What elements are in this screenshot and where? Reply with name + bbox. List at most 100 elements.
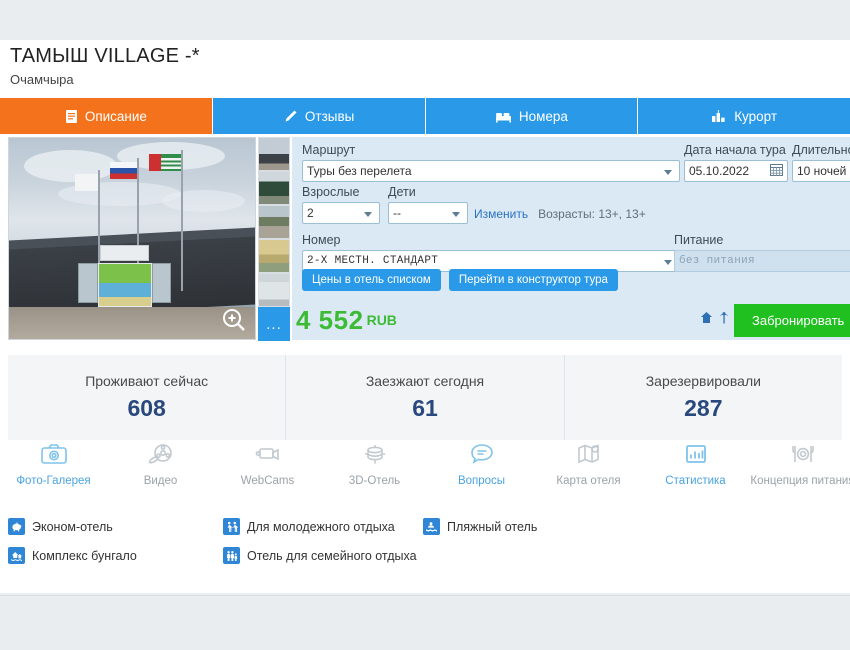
cutlery-icon xyxy=(790,443,816,470)
stat-value: 608 xyxy=(127,395,166,421)
tag-bungalow-complex[interactable]: Комплекс бунгало xyxy=(8,547,223,564)
stat-value: 287 xyxy=(684,395,723,421)
route-field: Маршрут Туры без перелета xyxy=(302,143,680,182)
page-title: ТАМЫШ VILLAGE -* xyxy=(10,45,200,67)
dancers-icon xyxy=(223,518,240,535)
duration-label: Длительность xyxy=(792,143,850,157)
tab-label: Номера xyxy=(518,108,568,124)
feature-label: Концепция питания xyxy=(750,475,850,487)
room-field: Номер 2-Х МЕСТН. СТАНДАРТ xyxy=(302,233,680,272)
stat-value: 61 xyxy=(412,395,438,421)
document-icon xyxy=(65,109,78,124)
speech-bubble-icon xyxy=(469,443,495,470)
book-button[interactable]: Забронировать xyxy=(734,303,850,337)
stat-label: Проживают сейчас xyxy=(85,373,209,389)
palm-tree-icon[interactable] xyxy=(718,311,730,329)
stat-reserved: Зарезервировали 287 xyxy=(565,355,842,440)
tab-description[interactable]: Описание xyxy=(0,98,213,134)
main-photo[interactable] xyxy=(8,137,256,340)
stats-panel: Проживают сейчас 608 Заезжают сегодня 61… xyxy=(8,355,842,440)
meal-field: Питание без питания xyxy=(674,233,850,272)
tag-label: Для молодежного отдыха xyxy=(247,519,395,534)
stat-arriving-today: Заезжают сегодня 61 xyxy=(286,355,565,440)
date-label: Дата начала тура xyxy=(684,143,786,157)
bungalow-icon xyxy=(8,547,25,564)
date-field: Дата начала тура 05.10.2022 xyxy=(684,143,788,182)
route-select[interactable]: Туры без перелета xyxy=(302,160,680,182)
hotel-tags: Эконом-отель Для молодежного отдыха Пляж… xyxy=(8,518,850,576)
thumbnail-item[interactable] xyxy=(258,171,290,205)
feature-label: Фото-Галерея xyxy=(16,475,91,487)
feature-meal-concept[interactable]: Концепция питания xyxy=(749,443,850,498)
tag-label: Пляжный отель xyxy=(447,519,538,534)
hotel-page: ТАМЫШ VILLAGE -* Очамчыра Описание Отзыв… xyxy=(0,0,850,650)
tag-youth-leisure[interactable]: Для молодежного отдыха xyxy=(223,518,423,535)
tag-economy-hotel[interactable]: Эконом-отель xyxy=(8,518,223,535)
thumbnail-item[interactable] xyxy=(258,137,290,171)
tab-rooms[interactable]: Номера xyxy=(425,98,639,134)
tag-family-hotel[interactable]: Отель для семейного отдыха xyxy=(223,547,423,564)
feature-label: Видео xyxy=(143,475,178,487)
meal-label: Питание xyxy=(674,233,724,247)
thumbnail-strip: ... xyxy=(258,137,290,341)
ages-row: Изменить Возрасты: 13+, 13+ xyxy=(474,207,646,221)
home-icon[interactable] xyxy=(700,311,713,329)
feature-label: Карта отеля xyxy=(556,475,621,487)
film-reel-icon xyxy=(148,443,174,470)
tag-beach-hotel[interactable]: Пляжный отель xyxy=(423,518,623,535)
duration-input[interactable]: 10 ночей xyxy=(792,160,850,182)
page-footer-strip xyxy=(0,595,850,650)
feature-video[interactable]: Видео xyxy=(107,443,214,498)
tab-resort[interactable]: Курорт xyxy=(638,98,850,134)
feature-hotel-map[interactable]: Карта отеля xyxy=(535,443,642,498)
route-label: Маршрут xyxy=(302,143,356,157)
beach-icon xyxy=(423,518,440,535)
tag-label: Комплекс бунгало xyxy=(32,548,137,563)
webcam-icon xyxy=(255,443,281,470)
feature-3d-hotel[interactable]: 3D-Отель xyxy=(321,443,428,498)
meal-input[interactable]: без питания xyxy=(674,250,850,272)
price-list-button[interactable]: Цены в отель списком xyxy=(302,269,441,291)
map-pin-icon xyxy=(576,443,602,470)
duration-field: Длительность 10 ночей xyxy=(792,143,850,182)
main-tabs: Описание Отзывы Номера Курорт xyxy=(0,98,850,134)
date-input[interactable]: 05.10.2022 xyxy=(684,160,788,182)
tag-row: Эконом-отель Для молодежного отдыха Пляж… xyxy=(8,518,850,535)
kids-select[interactable]: -- xyxy=(388,202,468,224)
calendar-icon[interactable] xyxy=(770,163,783,179)
tag-row: Комплекс бунгало Отель для семейного отд… xyxy=(8,547,850,564)
stat-staying-now: Проживают сейчас 608 xyxy=(8,355,287,440)
thumbnail-item[interactable] xyxy=(258,205,290,239)
change-ages-link[interactable]: Изменить xyxy=(474,207,528,221)
ages-text: Возрасты: 13+, 13+ xyxy=(538,207,646,221)
date-value: 05.10.2022 xyxy=(689,164,750,178)
camera-icon xyxy=(40,443,67,470)
tab-label: Отзывы xyxy=(304,108,355,124)
room-value: 2-Х МЕСТН. СТАНДАРТ xyxy=(307,255,439,267)
tab-label: Курорт xyxy=(734,108,778,124)
feature-webcams[interactable]: WebCams xyxy=(214,443,321,498)
feature-photo-gallery[interactable]: Фото-Галерея xyxy=(0,443,107,498)
cube-3d-icon xyxy=(362,443,388,470)
tour-constructor-button[interactable]: Перейти в конструктор тура xyxy=(448,269,618,291)
price-amount: 4 552 xyxy=(296,304,364,335)
room-label: Номер xyxy=(302,233,341,247)
duration-value: 10 ночей xyxy=(797,164,847,178)
kids-label: Дети xyxy=(388,185,416,199)
photo-image xyxy=(9,138,255,339)
piggy-bank-icon xyxy=(8,518,25,535)
adults-select[interactable]: 2 xyxy=(302,202,380,224)
more-photos-button[interactable]: ... xyxy=(258,307,290,341)
feature-label: WebCams xyxy=(240,475,295,487)
route-value: Туры без перелета xyxy=(307,164,412,178)
magnifier-plus-icon[interactable] xyxy=(221,307,247,333)
tab-reviews[interactable]: Отзывы xyxy=(212,98,426,134)
price-badges xyxy=(700,311,730,329)
feature-questions[interactable]: Вопросы xyxy=(428,443,535,498)
thumbnail-item[interactable] xyxy=(258,239,290,273)
feature-statistics[interactable]: Статистика xyxy=(642,443,749,498)
family-icon xyxy=(223,547,240,564)
kids-value: -- xyxy=(393,206,401,220)
thumbnail-item[interactable] xyxy=(258,273,290,307)
browser-top-strip xyxy=(0,0,850,40)
